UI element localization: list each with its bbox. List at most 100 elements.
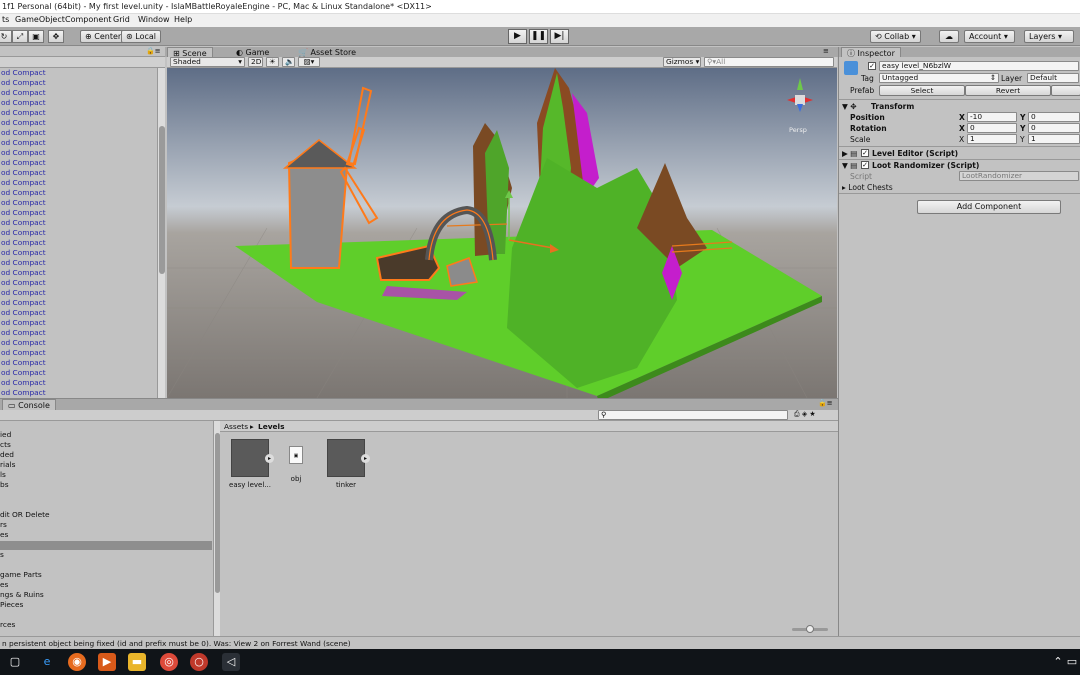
hierarchy-item[interactable]: od Compact <box>0 388 157 398</box>
breadcrumb-root[interactable]: Assets <box>224 422 248 431</box>
folder-item[interactable]: ied <box>0 430 213 440</box>
level-editor-foldout-icon[interactable]: ▶ ▤ <box>842 149 857 158</box>
loot-randomizer-enabled-checkbox[interactable]: ✓ <box>861 161 869 169</box>
account-dropdown[interactable]: Account ▾ <box>964 30 1015 43</box>
hierarchy-item[interactable]: od Compact <box>0 288 157 298</box>
lock-icon[interactable]: 🔒≡ <box>146 47 161 55</box>
folder-item[interactable] <box>0 500 213 510</box>
expand-arrow-icon[interactable]: ▸ <box>361 454 370 463</box>
project-search-input[interactable]: ⚲ <box>598 410 788 420</box>
hierarchy-item[interactable]: od Compact <box>0 338 157 348</box>
breadcrumb-current[interactable]: Levels <box>258 422 284 431</box>
hierarchy-item[interactable]: od Compact <box>0 118 157 128</box>
pivot-local-button[interactable]: ⊛ Local <box>121 30 161 43</box>
unity-app-icon[interactable]: ◁ <box>222 653 240 671</box>
hierarchy-item[interactable]: od Compact <box>0 378 157 388</box>
hierarchy-item[interactable]: od Compact <box>0 168 157 178</box>
hierarchy-search-bar[interactable] <box>0 57 165 68</box>
play-button[interactable]: ▶ <box>508 29 527 44</box>
hierarchy-item[interactable]: od Compact <box>0 188 157 198</box>
hierarchy-item[interactable]: od Compact <box>0 98 157 108</box>
menu-window[interactable]: Window <box>138 15 170 24</box>
hierarchy-item[interactable]: od Compact <box>0 278 157 288</box>
step-button[interactable]: ▶| <box>550 29 569 44</box>
scale-x-field[interactable]: 1 <box>967 134 1017 144</box>
shading-mode-dropdown[interactable]: Shaded ▾ <box>170 57 245 67</box>
hierarchy-item[interactable]: od Compact <box>0 88 157 98</box>
folder-item[interactable]: ls <box>0 470 213 480</box>
console-panel-menu-icon[interactable]: 🔒≡ <box>818 399 833 407</box>
scene-search-input[interactable]: ⚲▾All <box>704 57 834 67</box>
hierarchy-item[interactable]: od Compact <box>0 138 157 148</box>
hierarchy-scrollbar[interactable] <box>157 68 165 398</box>
firefox-icon[interactable]: ◉ <box>68 653 86 671</box>
folder-item[interactable]: game Parts <box>0 570 213 580</box>
folder-item[interactable]: bs <box>0 480 213 490</box>
rotation-y-field[interactable]: 0 <box>1028 123 1080 133</box>
hierarchy-item[interactable]: od Compact <box>0 368 157 378</box>
lighting-toggle-icon[interactable]: ☀ <box>266 57 279 67</box>
folder-item[interactable]: rs <box>0 520 213 530</box>
asset-easy-level[interactable]: ▸ easy level... <box>228 439 274 489</box>
rotation-x-field[interactable]: 0 <box>967 123 1017 133</box>
hierarchy-item[interactable]: od Compact <box>0 78 157 88</box>
scene-panel-menu-icon[interactable]: ≡ <box>823 47 829 55</box>
scale-y-field[interactable]: 1 <box>1028 134 1080 144</box>
hierarchy-scroll-thumb[interactable] <box>159 126 165 274</box>
hierarchy-item[interactable]: od Compact <box>0 298 157 308</box>
folder-item[interactable]: Pieces <box>0 600 213 610</box>
prefab-revert-button[interactable]: Revert <box>965 85 1051 96</box>
folder-item[interactable]: ngs & Ruins <box>0 590 213 600</box>
folder-item[interactable] <box>0 560 213 570</box>
folder-item[interactable]: s <box>0 550 213 560</box>
folder-item[interactable]: es <box>0 530 213 540</box>
transform-tool-icon[interactable]: ✥ <box>48 30 64 43</box>
file-explorer-icon[interactable]: ▬ <box>128 653 146 671</box>
task-view-icon[interactable]: ▢ <box>6 653 24 671</box>
hierarchy-item[interactable]: od Compact <box>0 308 157 318</box>
hierarchy-item[interactable]: od Compact <box>0 208 157 218</box>
collab-button[interactable]: ⟲ Collab ▾ <box>870 30 921 43</box>
tray-window-icon[interactable]: ▭ <box>1066 653 1078 671</box>
gizmos-dropdown[interactable]: Gizmos ▾ <box>663 57 701 67</box>
project-filter-icons[interactable]: ⎙ ◈ ★ <box>794 410 816 419</box>
hierarchy-item[interactable]: od Compact <box>0 268 157 278</box>
gameobject-name-field[interactable]: easy level_N6bzlW <box>879 61 1079 71</box>
menu-help[interactable]: Help <box>174 15 192 24</box>
position-y-field[interactable]: 0 <box>1028 112 1080 122</box>
folder-item[interactable]: ded <box>0 450 213 460</box>
scene-viewport[interactable]: Persp <box>167 68 837 398</box>
gameobject-active-checkbox[interactable]: ✓ <box>868 62 876 70</box>
tab-inspector[interactable]: ⓘ Inspector <box>841 47 901 58</box>
tray-chevron-up-icon[interactable]: ⌃ <box>1052 653 1064 671</box>
hierarchy-item[interactable]: od Compact <box>0 328 157 338</box>
rect-tool-icon[interactable]: ▣ <box>28 30 44 43</box>
hierarchy-item[interactable]: od Compact <box>0 148 157 158</box>
level-editor-enabled-checkbox[interactable]: ✓ <box>861 149 869 157</box>
folder-item[interactable]: dit OR Delete <box>0 510 213 520</box>
folder-item[interactable] <box>0 490 213 500</box>
scale-tool-icon[interactable]: ⤢ <box>12 30 28 43</box>
hierarchy-item[interactable]: od Compact <box>0 198 157 208</box>
audio-toggle-icon[interactable]: 🔈 <box>282 57 295 67</box>
position-x-field[interactable]: -10 <box>967 112 1017 122</box>
folder-item[interactable] <box>0 610 213 620</box>
persp-label[interactable]: Persp <box>789 126 807 134</box>
add-component-button[interactable]: Add Component <box>917 200 1061 214</box>
menu-grid[interactable]: Grid <box>113 15 130 24</box>
transform-foldout-icon[interactable]: ▼ ✥ <box>842 102 857 111</box>
pause-button[interactable]: ❚❚ <box>529 29 548 44</box>
hierarchy-item[interactable]: od Compact <box>0 238 157 248</box>
hierarchy-item[interactable]: od Compact <box>0 68 157 78</box>
folder-tree-scrollbar[interactable] <box>213 421 220 636</box>
pivot-center-button[interactable]: ⊕ Center <box>80 30 127 43</box>
media-player-icon[interactable]: ▶ <box>98 653 116 671</box>
expand-arrow-icon[interactable]: ▸ <box>265 454 274 463</box>
hierarchy-item[interactable]: od Compact <box>0 258 157 268</box>
slider-handle[interactable] <box>806 625 814 633</box>
asset-tinker[interactable]: ▸ tinker <box>324 439 370 489</box>
folder-item[interactable]: rials <box>0 460 213 470</box>
prefab-select-button[interactable]: Select <box>879 85 965 96</box>
hierarchy-item[interactable]: od Compact <box>0 248 157 258</box>
effects-toggle-icon[interactable]: ▨▾ <box>298 57 320 67</box>
